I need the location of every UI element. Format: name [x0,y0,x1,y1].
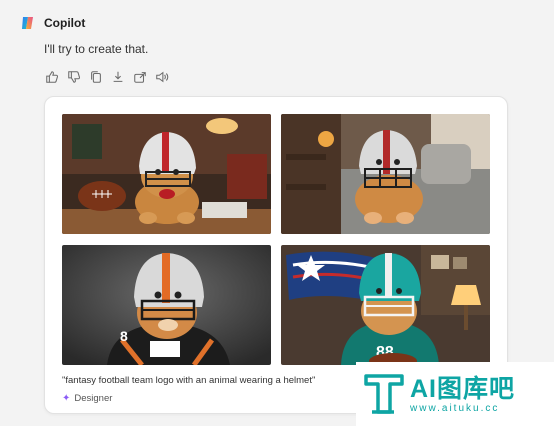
like-icon[interactable] [44,69,59,84]
designer-icon: ✦ [62,393,71,404]
read-aloud-icon[interactable] [154,69,169,84]
watermark: AI图库吧 www.aituku.cc [356,362,554,426]
assistant-message: I'll try to create that. [44,42,149,56]
share-icon[interactable] [132,69,147,84]
designer-label: Designer [74,393,113,404]
download-icon[interactable] [110,69,125,84]
header: Copilot [20,14,85,32]
watermark-logo-icon [364,374,404,414]
dislike-icon[interactable] [66,69,81,84]
generated-image-3[interactable]: 8 [62,245,271,365]
copilot-logo-icon [22,17,33,29]
generated-image-1[interactable] [62,114,271,234]
copy-icon[interactable] [88,69,103,84]
image-grid: 8 88 [62,114,490,365]
generated-image-4[interactable]: 88 [281,245,490,365]
message-actions [44,69,169,84]
generated-image-2[interactable] [281,114,490,234]
svg-text:8: 8 [120,328,128,344]
watermark-title: AI图库吧 [410,374,516,403]
image-prompt-caption: "fantasy football team logo with an anim… [62,375,316,386]
watermark-url: www.aituku.cc [410,402,500,414]
designer-link[interactable]: ✦ Designer [62,393,112,404]
app-title: Copilot [44,16,86,30]
